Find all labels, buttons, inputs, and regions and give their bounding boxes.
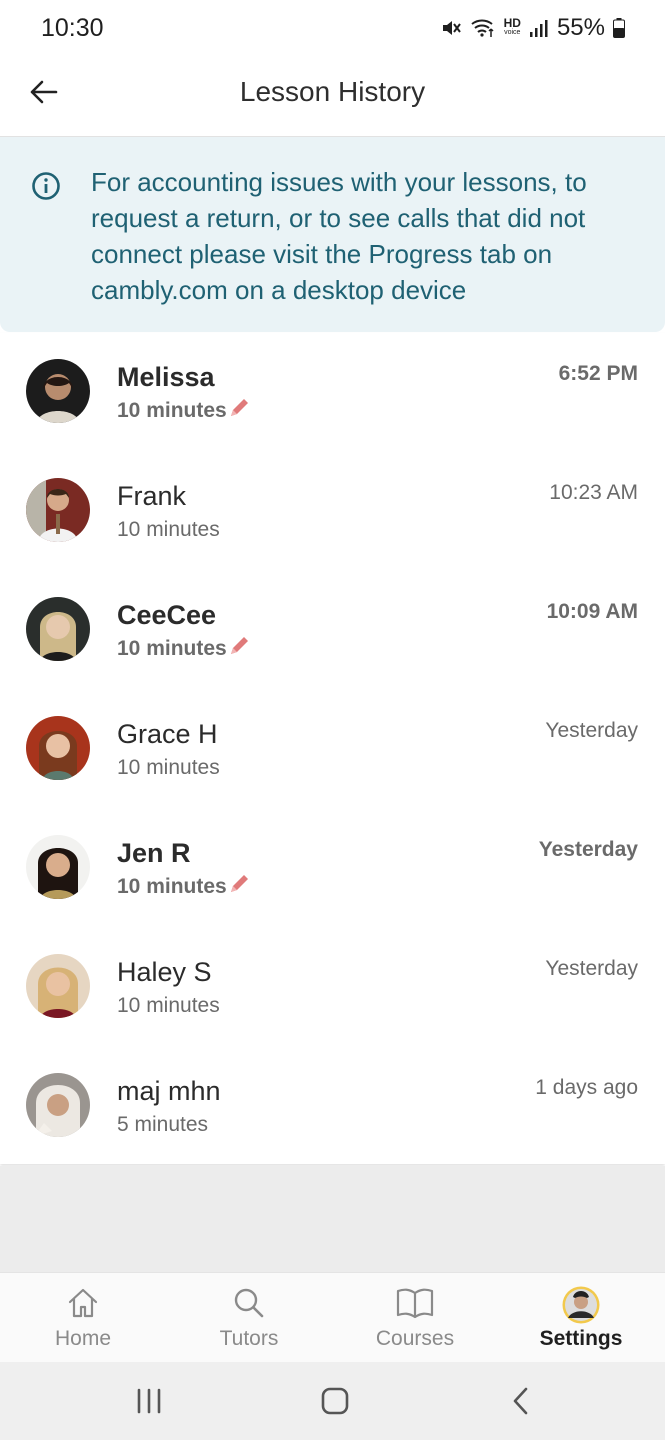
lesson-time: 6:52 PM [558,362,638,385]
duration-text: 10 minutes [117,994,220,1017]
nav-tutors-label: Tutors [219,1327,279,1350]
status-icons: HD voice 55% [440,14,625,42]
lesson-duration: 10 minutes [117,875,250,899]
battery-percent: 55% [556,14,605,41]
duration-text: 10 minutes [117,637,227,660]
home-system-icon [321,1387,349,1415]
duration-text: 10 minutes [117,518,220,541]
nav-courses-label: Courses [375,1327,455,1350]
lesson-row-maj-mhn[interactable]: maj mhn 5 minutes 1 days ago [0,1047,665,1166]
duration-text: 10 minutes [117,399,227,422]
lesson-row-grace-h[interactable]: Grace H 10 minutes Yesterday [0,690,665,809]
pencil-icon [230,399,248,416]
lesson-duration: 10 minutes [117,756,220,780]
home-icon [65,1285,101,1326]
lesson-time: 10:09 AM [546,600,638,623]
tutor-name: Frank [117,481,187,511]
system-nav-bar [0,1362,665,1440]
pencil-icon [230,637,248,654]
tutor-name: Grace H [117,719,218,749]
lesson-duration: 10 minutes [117,518,220,542]
recent-apps-button[interactable] [134,1384,164,1423]
nav-home[interactable]: Home [0,1273,166,1363]
lesson-row-haley-s[interactable]: Haley S 10 minutes Yesterday [0,928,665,1047]
tutor-name: CeeCee [117,600,217,630]
duration-text: 10 minutes [117,756,220,779]
tutor-avatar [26,597,90,661]
nav-settings-label: Settings [539,1327,623,1350]
pencil-icon [230,875,248,892]
status-bar: 10:30 HD voice 55% [0,0,665,56]
duration-text: 5 minutes [117,1113,209,1136]
tutor-avatar [26,716,90,780]
page-title: Lesson History [239,76,426,107]
app-bar: Lesson History [0,56,665,137]
lesson-duration: 10 minutes [117,637,250,661]
tutor-avatar [26,1073,90,1137]
info-icon [31,171,61,206]
mute-icon [440,17,462,39]
lesson-time: Yesterday [538,838,638,861]
empty-area [0,1166,665,1272]
lesson-row-melissa[interactable]: Melissa 10 minutes 6:52 PM [0,333,665,452]
tutor-avatar [26,835,90,899]
tutor-name: Haley S [117,957,212,987]
hd-voice-icon: HD voice [503,16,521,36]
signal-icon [529,18,549,38]
status-time: 10:30 [41,14,104,42]
nav-tutors[interactable]: Tutors [166,1273,332,1363]
nav-courses[interactable]: Courses [332,1273,498,1363]
lesson-time: Yesterday [545,719,638,742]
search-icon [231,1285,267,1326]
nav-home-label: Home [54,1327,112,1350]
recent-apps-icon [137,1388,161,1414]
lesson-duration: 10 minutes [117,399,250,423]
lesson-row-frank[interactable]: Frank 10 minutes 10:23 AM [0,452,665,571]
wifi-icon [470,17,496,39]
home-system-button[interactable] [318,1384,352,1423]
info-banner-text: For accounting issues with your lessons,… [91,167,587,305]
tutor-avatar [26,954,90,1018]
tutor-name: Melissa [117,362,215,392]
nav-settings[interactable]: Settings [498,1273,664,1363]
tutor-avatar [26,359,90,423]
lesson-time: Yesterday [545,957,638,980]
tutor-avatar [26,478,90,542]
lesson-duration: 10 minutes [117,994,220,1018]
bottom-nav: Home Tutors Courses Settings [0,1272,665,1363]
lesson-row-ceecee[interactable]: CeeCee 10 minutes 10:09 AM [0,571,665,690]
tutor-name: Jen R [117,838,191,868]
back-system-icon [513,1387,528,1415]
back-system-button[interactable] [506,1384,536,1423]
lesson-time: 10:23 AM [549,481,638,504]
lesson-time: 1 days ago [535,1076,638,1099]
tutor-name: maj mhn [117,1076,221,1106]
book-icon [395,1285,435,1326]
duration-text: 10 minutes [117,875,227,898]
lesson-list: Melissa 10 minutes 6:52 PM Frank 10 minu… [0,333,665,1164]
lesson-row-jen-r[interactable]: Jen R 10 minutes Yesterday [0,809,665,928]
battery-icon [613,18,625,38]
profile-avatar-icon [561,1285,601,1330]
lesson-duration: 5 minutes [117,1113,208,1137]
